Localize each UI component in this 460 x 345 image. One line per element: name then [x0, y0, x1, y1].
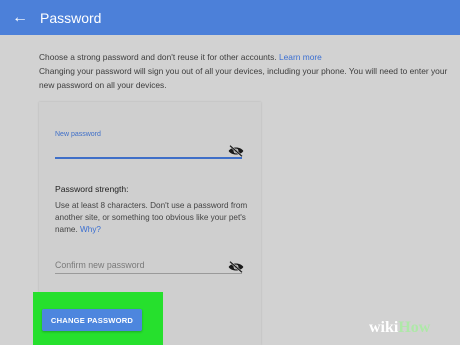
password-strength-hint: Use at least 8 characters. Don't use a p…: [55, 200, 250, 236]
intro-line-2: Changing your password will sign you out…: [39, 66, 448, 90]
change-password-button[interactable]: CHANGE PASSWORD: [42, 309, 142, 331]
new-password-field[interactable]: [55, 157, 242, 159]
visibility-off-icon-confirm[interactable]: [228, 261, 244, 273]
confirm-password-underline: [55, 273, 242, 274]
confirm-password-input[interactable]: [55, 258, 225, 272]
watermark-part-2: How: [398, 319, 431, 336]
intro-text: Choose a strong password and don't reuse…: [39, 50, 449, 92]
learn-more-link[interactable]: Learn more: [279, 52, 322, 62]
wikihow-watermark: wikiHow: [369, 318, 430, 338]
new-password-label: New password: [55, 131, 101, 138]
watermark-part-1: wiki: [369, 319, 399, 336]
why-link[interactable]: Why?: [80, 225, 101, 234]
button-highlight-box: CHANGE PASSWORD: [33, 292, 163, 345]
page-title: Password: [40, 10, 102, 26]
intro-line-1-text: Choose a strong password and don't reuse…: [39, 52, 277, 62]
back-arrow-icon[interactable]: ←: [9, 8, 31, 28]
password-strength-title: Password strength:: [55, 184, 129, 194]
intro-line-1: Choose a strong password and don't reuse…: [39, 50, 449, 64]
app-header: ← Password: [0, 0, 460, 35]
visibility-off-icon[interactable]: [228, 145, 244, 157]
